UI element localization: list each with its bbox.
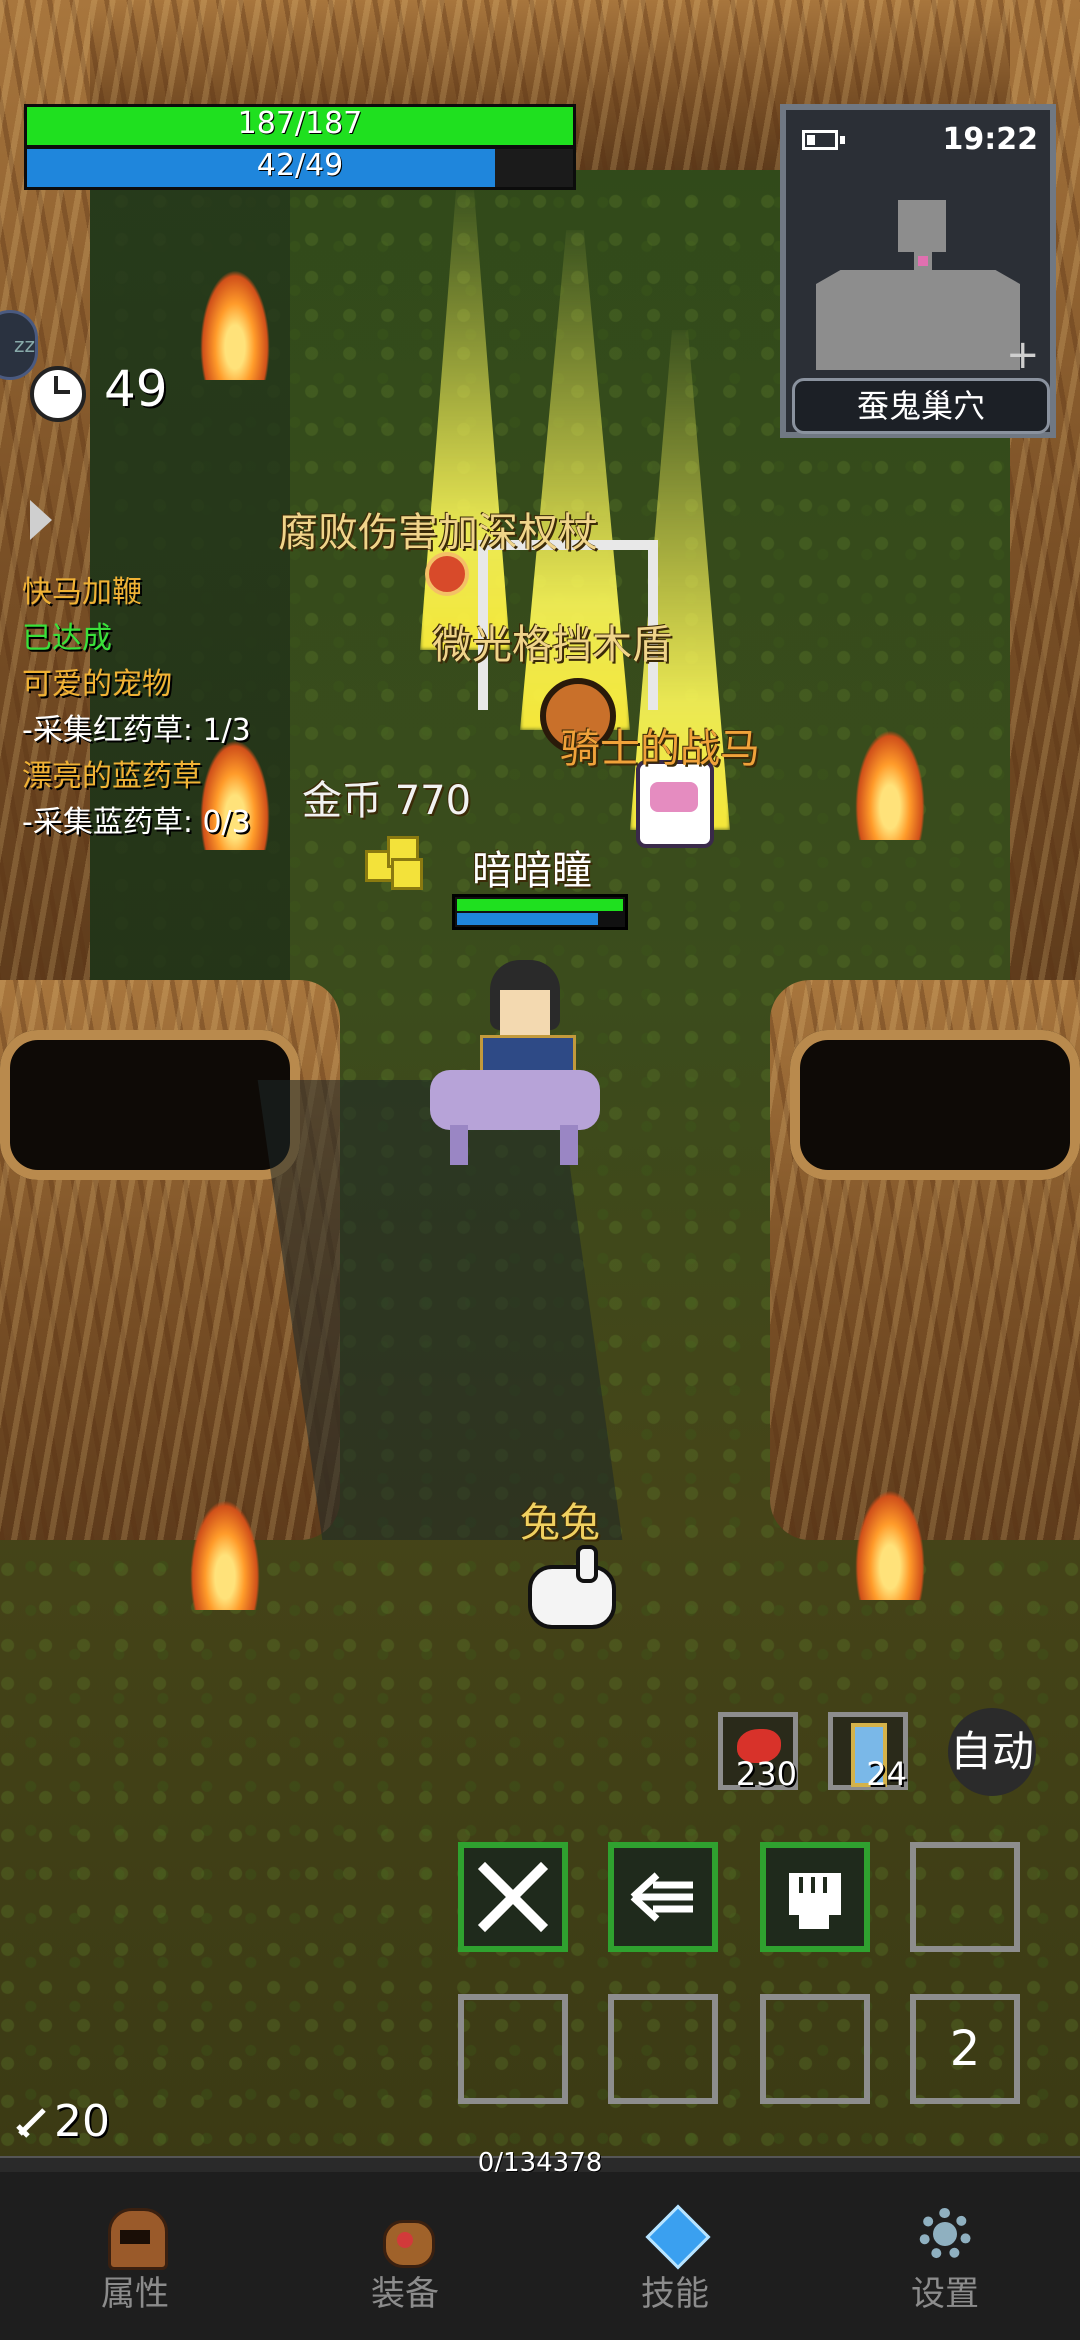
skill-slot-2[interactable] [608, 1842, 718, 1952]
battery-tip [840, 136, 845, 144]
mp-text: 42/49 [256, 148, 344, 183]
drop-label-shield[interactable]: 微光格挡木盾 [432, 612, 672, 670]
nav-equipment[interactable]: 装备 [270, 2172, 540, 2340]
attack-value: 20 [54, 2096, 110, 2147]
skill-slot-6-empty[interactable] [608, 1994, 718, 2104]
torch-flame [855, 1490, 925, 1600]
clock-time: 19:22 [942, 122, 1039, 157]
helmet-icon [104, 2208, 168, 2270]
nav-attributes[interactable]: 属性 [0, 2172, 270, 2340]
skill-page-number: 2 [949, 2021, 981, 2077]
quest-tracker[interactable]: 快马加鞭 已达成 可爱的宠物 -采集红药草: 1/3 漂亮的蓝药草 -采集蓝药草… [22, 570, 251, 846]
drop-label-warhorse[interactable]: 骑士的战马 [560, 716, 760, 774]
nav-label: 属性 [101, 2274, 169, 2314]
nav-label: 设置 [911, 2274, 979, 2314]
minimap-add-icon[interactable]: + [1006, 332, 1040, 378]
multi-arrow-icon [614, 1848, 712, 1946]
skill-slot-7-empty[interactable] [760, 1994, 870, 2104]
meat-count: 230 [735, 1755, 797, 1793]
battery-icon [802, 130, 838, 150]
torch-flame [855, 730, 925, 840]
skill-page-button[interactable]: 2 [910, 1994, 1020, 2104]
nav-skills[interactable]: 技能 [540, 2172, 810, 2340]
player-character[interactable] [420, 960, 620, 1170]
mp-bar: 42/49 [24, 146, 576, 190]
skill-slot-5-empty[interactable] [458, 1994, 568, 2104]
nav-label: 技能 [641, 2274, 709, 2314]
player-overhead-bars [452, 894, 628, 930]
meat-slot[interactable]: 230 [718, 1712, 798, 1793]
quest-toggle-arrow-icon[interactable] [30, 500, 52, 540]
minimap-panel[interactable]: 19:22 + 蚕鬼巢穴 [780, 104, 1056, 438]
bag-icon [377, 2208, 435, 2268]
minimap-room [816, 270, 1020, 370]
hp-bar: 187/187 [24, 104, 576, 148]
nav-label: 装备 [371, 2274, 439, 2314]
skill-slot-4-empty[interactable] [910, 1842, 1020, 1952]
scepter-orb [425, 552, 469, 596]
clock-icon [28, 362, 86, 422]
skill-slot-1[interactable] [458, 1842, 568, 1952]
quest-task: -采集红药草: 1/3 [22, 713, 251, 748]
auto-button[interactable]: 自动 [948, 1708, 1036, 1796]
hp-text: 187/187 [237, 106, 363, 141]
crossed-swords-icon [464, 1848, 562, 1946]
scroll-slot[interactable]: 24 [828, 1712, 908, 1793]
quest-title: 可爱的宠物 [22, 667, 172, 702]
quest-title: 漂亮的蓝药草 [22, 759, 202, 794]
skill-slot-3[interactable] [760, 1842, 870, 1952]
quest-status: 已达成 [22, 621, 112, 656]
sword-stat-icon [14, 2104, 50, 2140]
cave-hole-right [790, 1030, 1080, 1180]
nav-settings[interactable]: 设置 [810, 2172, 1080, 2340]
pet-rabbit[interactable] [520, 1545, 616, 1629]
torch-flame [200, 270, 270, 380]
timer-value: 49 [104, 360, 168, 418]
torch-flame [190, 1500, 260, 1610]
location-name: 蚕鬼巢穴 [792, 378, 1050, 434]
gear-icon [915, 2208, 975, 2264]
bottom-nav: 属性 装备 技能 设置 [0, 2172, 1080, 2340]
pet-name: 兔兔 [520, 1500, 600, 1546]
player-name: 暗暗瞳 [472, 848, 592, 894]
gold-pile-icon[interactable] [365, 836, 425, 890]
drop-label-scepter[interactable]: 腐败伤害加深权杖 [278, 500, 598, 558]
quest-task: -采集蓝药草: 0/3 [22, 805, 251, 840]
crystal-icon [645, 2204, 711, 2270]
gold-label[interactable]: 金币 770 [302, 768, 471, 826]
scroll-count: 24 [866, 1755, 907, 1793]
fist-icon [766, 1848, 864, 1946]
cave-hole-left [0, 1030, 300, 1180]
minimap-room [898, 200, 946, 252]
quest-title: 快马加鞭 [22, 575, 142, 610]
